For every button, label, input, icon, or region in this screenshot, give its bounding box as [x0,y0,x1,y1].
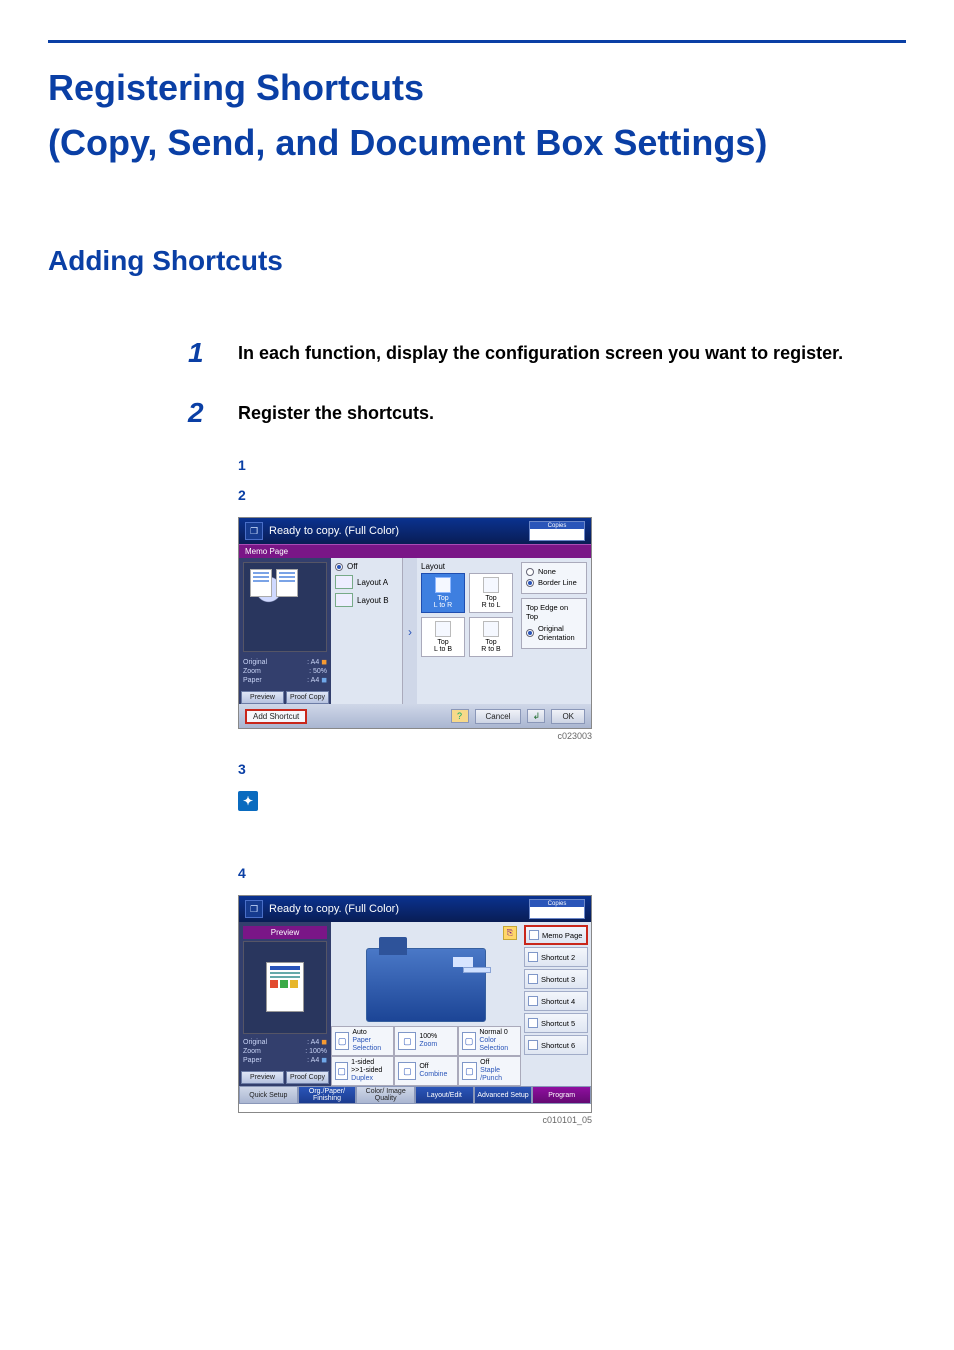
printer-icon: ❐ [245,900,263,918]
layout-cell-1[interactable]: TopR to L [469,573,513,613]
option-original-orientation[interactable]: Original Orientation [526,624,582,642]
proof-copy-button[interactable]: Proof Copy [286,691,329,704]
step-2-number: 2 [188,397,214,429]
copies-value-2: 1 [530,907,584,918]
status-ready-2: Ready to copy. (Full Color) [269,903,399,915]
preview-title: Preview [243,926,327,939]
shortcut-6[interactable]: Shortcut 6 [524,1035,588,1055]
quick-cell-3[interactable]: ▢1-sided >>1-sidedDuplex [331,1056,394,1086]
paper-value-2: A4 [311,1057,320,1064]
screenshot1-id: c023003 [238,731,592,741]
step-2-text: Register the shortcuts. [238,397,434,429]
copies-label-2: Copies [530,900,584,907]
zoom-value-2: 100% [309,1048,327,1055]
step-1-number: 1 [188,337,214,369]
printer-icon: ❐ [245,522,263,540]
shortcut-4[interactable]: Shortcut 4 [524,991,588,1011]
tab-advanced-setup[interactable]: Advanced Setup [474,1086,533,1104]
zoom-label: Zoom [243,667,261,676]
preview-button[interactable]: Preview [241,691,284,704]
quick-cell-0[interactable]: ▢AutoPaper Selection [331,1026,394,1056]
option-border-line[interactable]: Border Line [526,578,582,587]
quick-cell-1[interactable]: ▢100%Zoom [394,1026,457,1056]
paper-label: Paper [243,676,262,685]
layout-title: Layout [421,562,513,571]
tab-program[interactable]: Program [532,1086,591,1104]
page-title-line1: Registering Shortcuts [48,65,906,110]
tab-quick-setup[interactable]: Quick Setup [239,1086,298,1104]
section-heading: Adding Shortcuts [48,245,906,277]
shortcut-1[interactable]: Memo Page [524,925,588,945]
original-label-2: Original [243,1038,267,1047]
quick-cell-2[interactable]: ▢Normal 0Color Selection [458,1026,521,1056]
step-1-text: In each function, display the configurat… [238,337,843,369]
layout-cell-2[interactable]: TopL to B [421,617,465,657]
help-icon[interactable]: ? [451,709,469,723]
shortcut-3[interactable]: Shortcut 3 [524,969,588,989]
preview-thumbnail-2 [243,941,327,1034]
ok-button[interactable]: OK [551,709,585,724]
substep-1: 1 [238,457,906,473]
copies-counter: Copies 1 [529,521,585,541]
layout-cell-3[interactable]: TopR to B [469,617,513,657]
quick-cell-5[interactable]: ▢OffStaple /Punch [458,1056,521,1086]
tab-color-quality[interactable]: Color/ Image Quality [356,1086,415,1104]
preview-thumbnail [243,562,327,652]
tab-layout-edit[interactable]: Layout/Edit [415,1086,474,1104]
copies-counter-2: Copies 1 [529,899,585,919]
enter-icon: ↲ [527,709,545,723]
original-value: A4 [311,659,320,666]
copies-value: 1 [530,529,584,540]
cancel-button[interactable]: Cancel [475,709,522,724]
substep-2: 2 [238,487,906,503]
option-layout-b[interactable]: Layout B [335,593,398,607]
screenshot-quick-setup: ❐ Ready to copy. (Full Color) Copies 1 P… [238,895,592,1113]
option-layout-a[interactable]: Layout A [335,575,398,589]
paper-label-2: Paper [243,1056,262,1065]
note-icon: ✦ [238,791,258,811]
expand-arrow-icon[interactable]: › [403,558,417,706]
shortcut-5[interactable]: Shortcut 5 [524,1013,588,1033]
screen-title-memo-page: Memo Page [239,544,591,558]
substep-3: 3 [238,761,906,777]
paper-value: A4 [311,677,320,684]
screenshot-memo-page: ❐ Ready to copy. (Full Color) Copies 1 M… [238,517,592,729]
proof-copy-button-2[interactable]: Proof Copy [286,1071,329,1084]
device-image [366,948,486,1022]
substep-4: 4 [238,865,906,881]
layout-cell-0[interactable]: TopL to R [421,573,465,613]
tab-org-paper[interactable]: Org./Paper/ Finishing [298,1086,357,1104]
original-label: Original [243,658,267,667]
preview-button-2[interactable]: Preview [241,1071,284,1084]
top-edge-title: Top Edge on Top [526,603,582,621]
page-title-line2: (Copy, Send, and Document Box Settings) [48,120,906,165]
device-link-icon[interactable]: ⎘ [503,926,517,940]
zoom-value: 50% [313,668,327,675]
status-ready: Ready to copy. (Full Color) [269,525,399,537]
original-value-2: A4 [311,1039,320,1046]
shortcut-2[interactable]: Shortcut 2 [524,947,588,967]
add-shortcut-button[interactable]: Add Shortcut [245,709,307,724]
zoom-label-2: Zoom [243,1047,261,1056]
option-none[interactable]: None [526,567,582,576]
quick-cell-4[interactable]: ▢OffCombine [394,1056,457,1086]
option-off[interactable]: Off [335,562,398,571]
screenshot2-id: c010101_05 [238,1115,592,1125]
copies-label: Copies [530,522,584,529]
